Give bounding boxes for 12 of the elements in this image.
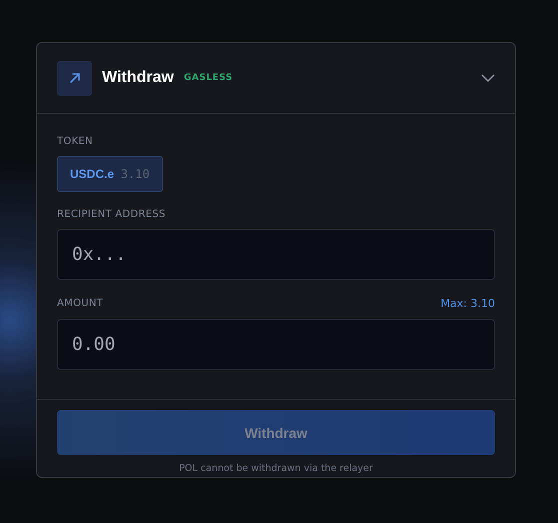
arrow-up-right-icon	[57, 60, 92, 96]
collapse-chevron-icon[interactable]	[481, 74, 495, 82]
relayer-note: POL cannot be withdrawn via the relayer	[179, 463, 373, 474]
field-label: TOKEN	[57, 136, 94, 147]
amount-field[interactable]: 0.00	[57, 319, 495, 370]
gasless-label: GASLESS	[184, 73, 233, 83]
token-chip[interactable]: USDC.e 3.10	[57, 156, 163, 192]
field-label: RECIPIENT ADDRESS	[57, 209, 167, 220]
panel-title: Withdraw	[102, 69, 174, 87]
max-link[interactable]: Max: 3.10	[440, 297, 495, 310]
field-label: AMOUNT	[57, 298, 104, 309]
recipient-address-field[interactable]: 0x...	[57, 229, 495, 280]
